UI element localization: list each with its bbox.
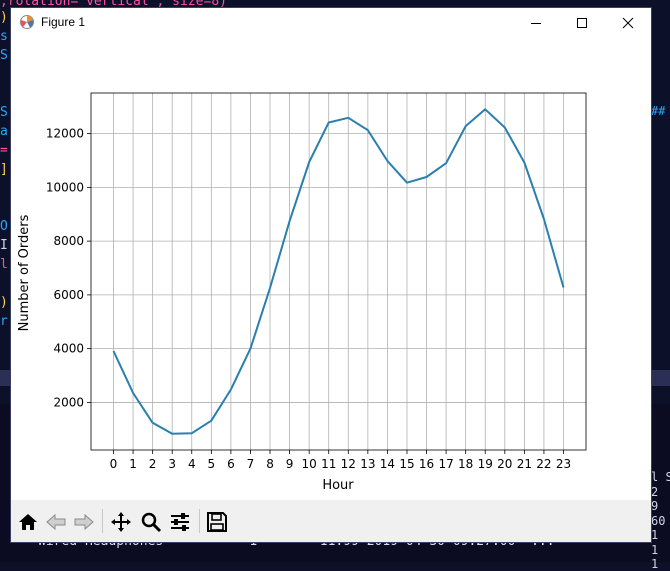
home-icon [19,514,37,530]
maximize-button[interactable] [559,8,605,38]
x-tick-label: 16 [419,457,434,471]
y-tick-label: 2000 [53,395,84,409]
pan-move-icon [111,512,131,532]
terminal-char: 9 [651,499,659,513]
x-tick-label: 15 [399,457,414,471]
x-tick-label: 18 [458,457,473,471]
x-tick-label: 2 [149,457,157,471]
background-code-char: s [0,29,8,44]
configure-subplots-button[interactable] [167,509,193,535]
background-code-char: ] [0,162,8,177]
x-tick-label: 3 [168,457,176,471]
pan-button[interactable] [108,509,134,535]
background-code-char: = [0,143,8,158]
background-code-char: a [0,124,8,139]
save-floppy-icon [207,512,227,532]
background-code-char: r [0,314,8,329]
x-tick-label: 6 [227,457,235,471]
terminal-char: 1 [651,557,659,571]
x-tick-label: 1 [129,457,137,471]
x-tick-label: 10 [302,457,317,471]
back-arrow-icon [46,513,66,531]
window-title: Figure 1 [41,15,86,29]
background-code-char: O [0,219,8,234]
x-tick-label: 5 [208,457,216,471]
background-code-char: ## [651,104,666,118]
zoom-magnifier-icon [141,512,162,533]
y-tick-label: 4000 [53,342,84,356]
x-tick-label: 22 [536,457,551,471]
close-button[interactable] [605,8,651,38]
x-tick-label: 11 [321,457,336,471]
orders-line [112,108,565,435]
x-tick-label: 7 [247,457,255,471]
background-code-char: S [0,48,8,63]
close-icon [622,17,634,29]
x-tick-label: 12 [341,457,356,471]
terminal-char: 2 [651,484,659,499]
y-tick-label: 12000 [46,127,84,141]
x-tick-label: 19 [478,457,493,471]
toolbar-separator [102,509,103,533]
x-tick-label: 13 [360,457,375,471]
toolbar-separator [199,509,200,533]
x-tick-label: 23 [556,457,571,471]
minimize-button[interactable] [513,8,559,38]
background-code-char: I [0,238,8,253]
minimize-icon [531,23,541,24]
forward-arrow-icon [74,513,94,531]
plot-area-frame [90,92,587,451]
grid [91,93,586,450]
x-axis-label: Hour [322,478,354,493]
zoom-button[interactable] [138,509,164,535]
back-button[interactable] [43,509,69,535]
terminal-char: l S [651,470,670,484]
background-code-char: S [0,105,8,120]
forward-button[interactable] [71,509,97,535]
line-chart: 0 1 2 3 4 5 6 7 8 9 10 11 12 13 14 15 16 17 18 19 20 21 22 23 2… [17,92,587,493]
title-bar[interactable]: Figure 1 [11,8,651,38]
save-button[interactable] [204,509,230,535]
terminal-char: 60 [651,513,666,528]
x-tick-label: 14 [380,457,395,471]
x-tick-label: 20 [497,457,512,471]
x-tick-label: 4 [188,457,196,471]
y-axis-label: Number of Orders [17,214,32,331]
sliders-icon [171,513,189,531]
y-tick-label: 8000 [53,234,84,248]
background-code-char: ) [0,295,8,310]
background-code-char: l [0,257,8,272]
x-tick-label: 0 [110,457,118,471]
matplotlib-app-icon [19,14,35,30]
navigation-toolbar [11,500,651,542]
x-tick-label: 8 [266,457,274,471]
background-code-char: ) [0,10,8,25]
figure-window: Figure 1 0 1 2 3 4 5 6 7 8 9 10 11 12 13 14 15 16 17 18 19 2… [11,8,651,542]
x-tick-label: 21 [517,457,532,471]
figure-canvas[interactable]: 0 1 2 3 4 5 6 7 8 9 10 11 12 13 14 15 16 17 18 19 20 21 22 23 2… [11,38,651,500]
x-tick-label: 17 [438,457,453,471]
maximize-icon [577,18,587,28]
y-tick-label: 10000 [46,180,84,194]
y-tick-label: 6000 [53,288,84,302]
terminal-char: 1 [651,542,659,557]
x-axis: 0 1 2 3 4 5 6 7 8 9 10 11 12 13 14 15 16 17 18 19 20 21 22 23 [110,450,571,471]
x-tick-label: 9 [286,457,294,471]
terminal-char: 1 [651,528,659,542]
series [112,108,565,435]
home-button[interactable] [15,509,41,535]
y-axis: 2000 4000 6000 8000 10000 12000 [46,127,91,409]
